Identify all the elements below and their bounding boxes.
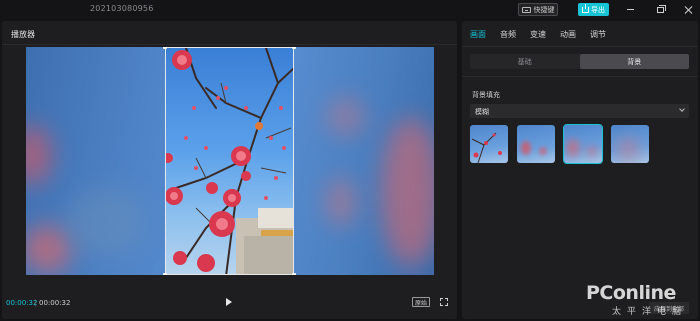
player-panel: 播放器 00:00:32 | 00:00:32 原始 [2,21,457,319]
keyboard-icon [521,6,531,13]
minimize-icon [626,9,634,10]
current-time: 00:00:32 [6,299,38,307]
export-label: 导出 [591,5,605,14]
fullscreen-icon[interactable] [440,298,448,306]
plum-blossom-photo [166,48,293,274]
total-time: 00:00:32 [39,299,71,307]
tab-animation[interactable]: 动画 [560,29,576,46]
upload-icon [582,3,589,13]
blurred-blossom [381,117,434,267]
restore-icon [656,4,666,13]
blur-thumbnail-4[interactable] [611,125,649,163]
resize-handle-top-right[interactable] [292,47,296,49]
tab-audio[interactable]: 音频 [500,29,516,46]
maximize-button[interactable] [653,3,667,16]
tab-picture[interactable]: 画面 [470,29,486,46]
shortcut-label: 快捷键 [533,5,555,14]
tab-speed[interactable]: 变速 [530,29,546,46]
resize-handle-bottom-right[interactable] [292,273,296,275]
aspect-ratio-button[interactable]: 原始 [412,297,430,307]
player-controls: 00:00:32 | 00:00:32 原始 [2,289,457,315]
blur-options [470,124,649,164]
video-clip-frame[interactable] [165,47,294,275]
blur-thumbnail-2[interactable] [517,125,555,163]
tab-adjust[interactable]: 调节 [590,29,606,46]
player-header: 播放器 [2,21,457,45]
title-bar: 202103080956 快捷键 导出 [0,0,700,19]
properties-panel: 画面 音频 变速 动画 调节 基础 背景 背景填充 模糊 应用到全部 [462,21,698,319]
divider [462,76,698,77]
watermark-brand: PConline [586,282,676,304]
fill-type-select[interactable]: 模糊 [470,104,689,118]
project-title: 202103080956 [90,4,154,13]
blurred-blossom [326,177,356,227]
resize-handle-top-left[interactable] [163,47,167,49]
resize-handle-bottom-left[interactable] [163,273,167,275]
blur-thumbnail-3[interactable] [563,124,603,164]
blur-thumbnail-1[interactable] [470,125,508,163]
close-icon [685,6,693,14]
background-fill-label: 背景填充 [472,91,500,99]
fill-type-value: 模糊 [475,108,489,116]
property-tabs: 画面 音频 变速 动画 调节 [462,21,698,47]
watermark-sub: 太平洋电脑 [612,307,688,317]
chevron-down-icon [679,106,685,112]
export-button[interactable]: 导出 [578,3,609,16]
segment-background[interactable]: 背景 [579,54,689,69]
segment-control: 基础 背景 [470,54,689,69]
close-button[interactable] [682,3,696,16]
segment-basic[interactable]: 基础 [470,54,580,69]
blurred-blossom [326,97,366,137]
preview-canvas[interactable] [26,47,434,275]
shortcut-button[interactable]: 快捷键 [518,3,558,16]
play-icon[interactable] [226,298,232,306]
watermark-logo: PConline 太平洋电脑 [586,282,694,318]
blurred-blossom [26,125,52,185]
blurred-branch [66,187,146,257]
time-separator: | [34,299,37,307]
blurred-blossom [26,225,72,273]
minimize-button[interactable] [623,3,637,16]
